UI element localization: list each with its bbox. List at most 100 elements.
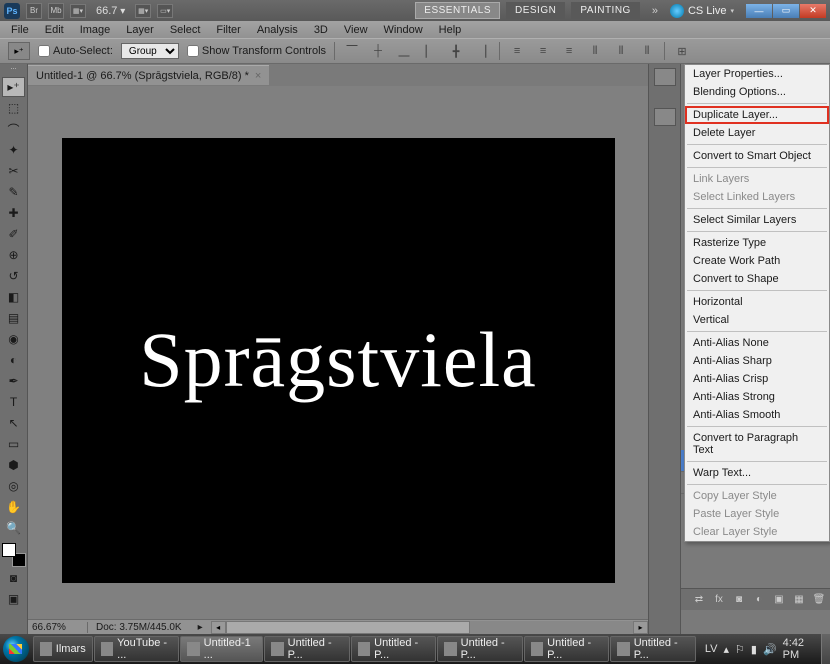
history-brush-tool[interactable]: ↺ xyxy=(2,266,25,286)
menu-view[interactable]: View xyxy=(337,23,375,37)
link-layers-icon[interactable]: ⇄ xyxy=(692,593,706,607)
panel-icon-2[interactable] xyxy=(654,108,676,126)
context-item[interactable]: Convert to Shape xyxy=(685,270,829,288)
context-item[interactable]: Select Similar Layers xyxy=(685,211,829,229)
menu-select[interactable]: Select xyxy=(163,23,208,37)
taskbar-item[interactable]: Untitled - P... xyxy=(524,636,610,662)
system-tray[interactable]: LV ▴ ⚐ ▮ 🔊 4:42 PM xyxy=(697,637,821,661)
context-item[interactable]: Duplicate Layer... xyxy=(685,106,829,124)
auto-align-icon[interactable]: ⊞ xyxy=(673,42,691,60)
workspace-more-icon[interactable]: » xyxy=(646,5,664,17)
context-item[interactable]: Convert to Smart Object xyxy=(685,147,829,165)
delete-layer-icon[interactable]: 🗑 xyxy=(812,593,826,607)
marquee-tool[interactable]: ⬚ xyxy=(2,98,25,118)
distribute-hcenter-icon[interactable]: ⫴ xyxy=(612,42,630,60)
layer-group-icon[interactable]: ▣ xyxy=(772,593,786,607)
minimize-button[interactable]: — xyxy=(746,4,772,18)
maximize-button[interactable]: ▭ xyxy=(773,4,799,18)
move-tool[interactable]: ▸⁺ xyxy=(2,77,25,97)
context-item[interactable]: Layer Properties... xyxy=(685,65,829,83)
pen-tool[interactable]: ✒ xyxy=(2,371,25,391)
eraser-tool[interactable]: ◧ xyxy=(2,287,25,307)
type-tool[interactable]: T xyxy=(2,392,25,412)
color-swatches[interactable] xyxy=(2,543,26,567)
distribute-right-icon[interactable]: ⫴ xyxy=(638,42,656,60)
foreground-color[interactable] xyxy=(2,543,16,557)
shape-tool[interactable]: ▭ xyxy=(2,434,25,454)
taskbar-user[interactable]: Ilmars xyxy=(33,636,93,662)
doc-info[interactable]: Doc: 3.75M/445.0K xyxy=(88,622,190,633)
taskbar-item[interactable]: Untitled - P... xyxy=(264,636,350,662)
scroll-track[interactable] xyxy=(226,621,633,634)
taskbar-item[interactable]: Untitled-1 ... xyxy=(180,636,263,662)
doc-info-arrow[interactable]: ▸ xyxy=(190,622,211,633)
cs-live-button[interactable]: CS Live▾ xyxy=(670,4,734,18)
distribute-bottom-icon[interactable]: ≡ xyxy=(560,42,578,60)
taskbar-item[interactable]: YouTube - ... xyxy=(94,636,180,662)
gradient-tool[interactable]: ▤ xyxy=(2,308,25,328)
brush-tool[interactable]: ✐ xyxy=(2,224,25,244)
tray-network-icon[interactable]: ▮ xyxy=(751,643,757,656)
menu-window[interactable]: Window xyxy=(377,23,430,37)
arrange-docs-dropdown[interactable]: ▦▾ xyxy=(135,4,151,18)
workspace-painting[interactable]: PAINTING xyxy=(571,2,639,19)
tray-clock[interactable]: 4:42 PM xyxy=(783,637,813,661)
workspace-design[interactable]: DESIGN xyxy=(506,2,565,19)
menu-3d[interactable]: 3D xyxy=(307,23,335,37)
canvas-area[interactable]: Sprāgstviela 66.67% Doc: 3.75M/445.0K ▸ … xyxy=(28,86,648,634)
zoom-tool[interactable]: 🔍 xyxy=(2,518,25,538)
hand-tool[interactable]: ✋ xyxy=(2,497,25,517)
menu-layer[interactable]: Layer xyxy=(119,23,161,37)
eyedropper-tool[interactable]: ✎ xyxy=(2,182,25,202)
menu-analysis[interactable]: Analysis xyxy=(250,23,305,37)
tray-lang[interactable]: LV xyxy=(705,643,718,655)
dodge-tool[interactable]: ◐ xyxy=(2,350,25,370)
menu-edit[interactable]: Edit xyxy=(38,23,71,37)
start-button[interactable] xyxy=(0,634,33,664)
tray-volume-icon[interactable]: 🔊 xyxy=(763,643,777,656)
zoom-input[interactable]: 66.67% xyxy=(28,622,88,633)
layer-mask-icon[interactable]: ◙ xyxy=(732,593,746,607)
healing-tool[interactable]: ✚ xyxy=(2,203,25,223)
quickmask-tool[interactable]: ◙ xyxy=(2,568,25,588)
menu-help[interactable]: Help xyxy=(432,23,469,37)
menu-file[interactable]: File xyxy=(4,23,36,37)
auto-select-target[interactable]: Group xyxy=(121,43,179,59)
scroll-thumb[interactable] xyxy=(226,621,470,634)
wand-tool[interactable]: ✦ xyxy=(2,140,25,160)
align-bottom-icon[interactable]: ⎽ xyxy=(395,42,413,60)
blur-tool[interactable]: ◉ xyxy=(2,329,25,349)
context-item[interactable]: Vertical xyxy=(685,311,829,329)
minibridge-icon[interactable]: Mb xyxy=(48,3,64,19)
context-item[interactable]: Anti-Alias Smooth xyxy=(685,406,829,424)
context-item[interactable]: Convert to Paragraph Text xyxy=(685,429,829,459)
3d-tool[interactable]: ⬢ xyxy=(2,455,25,475)
scroll-right-icon[interactable]: ▸ xyxy=(633,621,648,634)
new-layer-icon[interactable]: ▦ xyxy=(792,593,806,607)
distribute-vcenter-icon[interactable]: ≡ xyxy=(534,42,552,60)
context-item[interactable]: Horizontal xyxy=(685,293,829,311)
3dcam-tool[interactable]: ◎ xyxy=(2,476,25,496)
lasso-tool[interactable]: ⌒ xyxy=(2,119,25,139)
panel-icon-1[interactable] xyxy=(654,68,676,86)
auto-select-checkbox[interactable]: Auto-Select: xyxy=(38,45,113,57)
layer-style-icon[interactable]: fx xyxy=(712,593,726,607)
show-desktop-button[interactable] xyxy=(821,634,830,664)
context-item[interactable]: Anti-Alias None xyxy=(685,334,829,352)
align-left-icon[interactable]: ▏ xyxy=(421,42,439,60)
context-item[interactable]: Anti-Alias Crisp xyxy=(685,370,829,388)
close-button[interactable]: ✕ xyxy=(800,4,826,18)
taskbar-item[interactable]: Untitled - P... xyxy=(610,636,696,662)
context-item[interactable]: Create Work Path xyxy=(685,252,829,270)
align-top-icon[interactable]: ⎺ xyxy=(343,42,361,60)
path-tool[interactable]: ↖ xyxy=(2,413,25,433)
context-item[interactable]: Blending Options... xyxy=(685,83,829,101)
scroll-left-icon[interactable]: ◂ xyxy=(211,621,226,634)
tray-flag-icon[interactable]: ⚐ xyxy=(735,643,745,656)
document-tab[interactable]: Untitled-1 @ 66.7% (Sprāgstviela, RGB/8)… xyxy=(28,65,269,85)
view-extras-dropdown[interactable]: ▦▾ xyxy=(70,4,86,18)
align-vcenter-icon[interactable]: ┼ xyxy=(369,42,387,60)
context-item[interactable]: Rasterize Type xyxy=(685,234,829,252)
move-tool-icon[interactable]: ▸⁺ xyxy=(8,42,30,60)
context-item[interactable]: Anti-Alias Sharp xyxy=(685,352,829,370)
